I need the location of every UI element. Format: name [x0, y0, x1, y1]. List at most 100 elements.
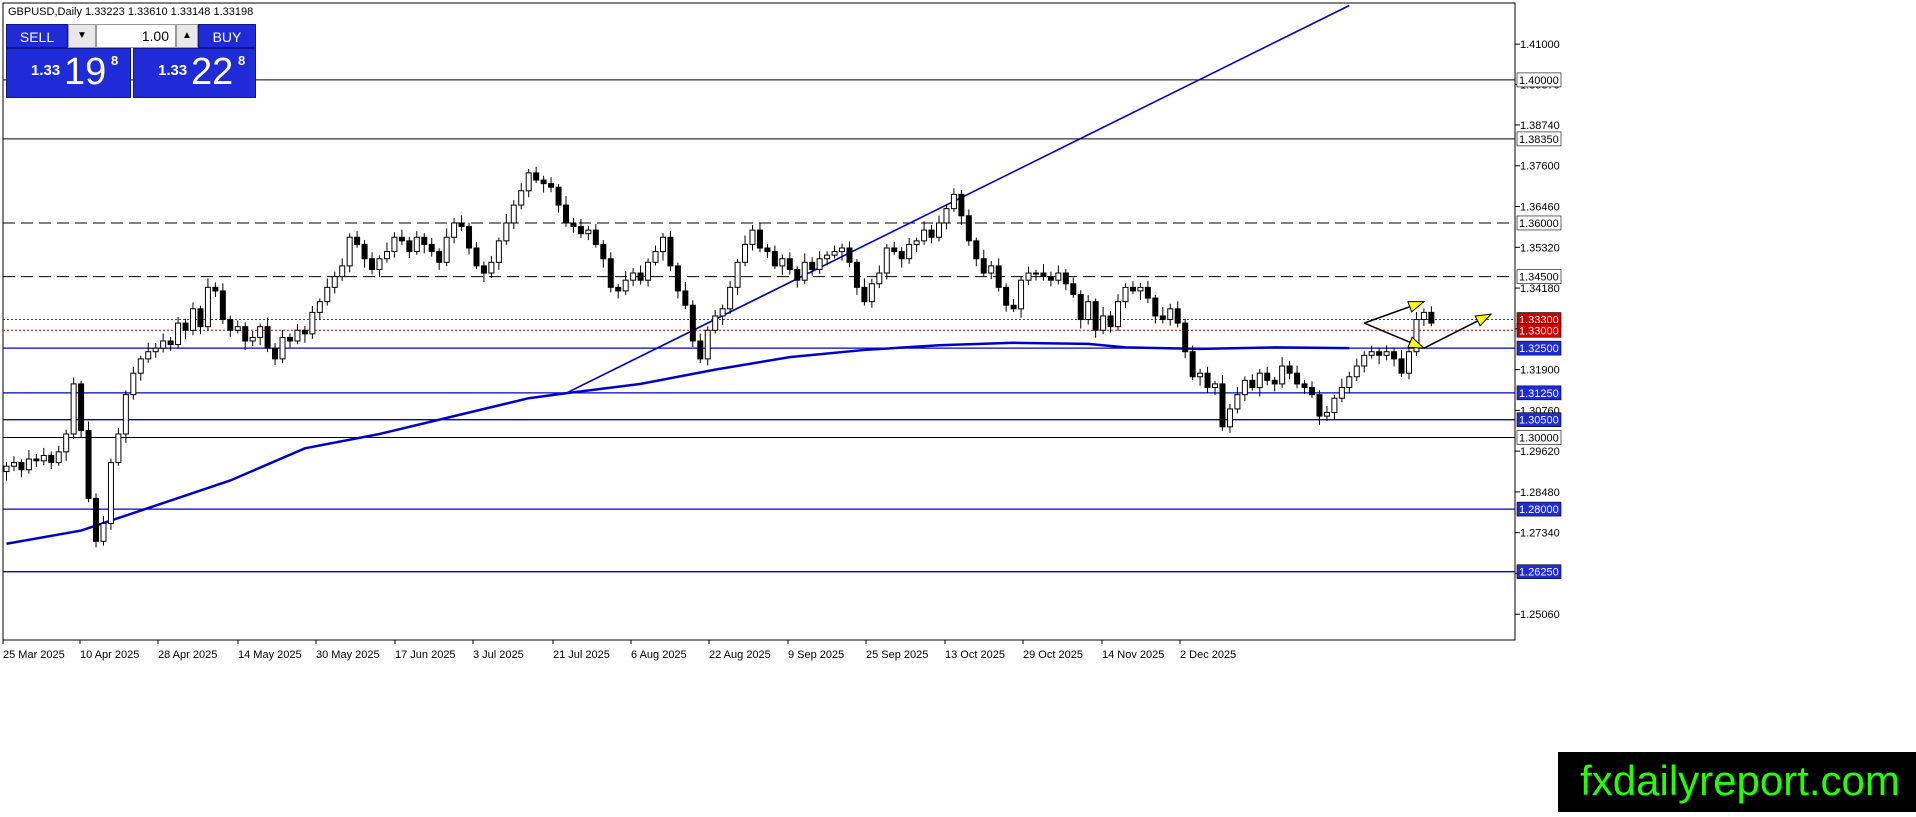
candle-body [1107, 315, 1114, 328]
candle-body [1420, 311, 1427, 321]
candle-body [1189, 351, 1196, 378]
candle-body [25, 458, 32, 471]
candle-body [1428, 311, 1435, 324]
chevron-up-icon: ▲ [182, 30, 192, 41]
candle-body [712, 315, 719, 331]
candle-body [667, 236, 674, 267]
sell-quote[interactable]: 1.33 19 8 [6, 48, 131, 98]
candle-body [398, 236, 405, 242]
candle-body [48, 454, 55, 464]
candle-body [212, 286, 219, 292]
candle-body [1204, 372, 1211, 388]
candle-body [563, 204, 569, 224]
candle-body [331, 276, 338, 288]
candle-body [1174, 308, 1181, 324]
candle-body [1309, 386, 1315, 396]
candle-body [1219, 383, 1226, 428]
sell-button[interactable]: SELL [6, 24, 68, 48]
lot-increase-button[interactable]: ▲ [176, 24, 198, 48]
candle-body [973, 240, 980, 260]
candle-body [234, 326, 241, 331]
candle-body [1234, 394, 1241, 410]
y-tick-label: 1.27340 [1520, 528, 1560, 540]
candle-body [1241, 379, 1248, 396]
candle-body [622, 279, 629, 292]
candle-body [943, 208, 950, 224]
candle-body [950, 193, 957, 210]
candle-body [443, 236, 450, 263]
level-label: 1.40000 [1519, 75, 1559, 87]
candle-body [1212, 383, 1219, 388]
candle-body [137, 358, 144, 374]
candle-body [480, 265, 487, 274]
candle-body [309, 311, 316, 335]
candle-body [958, 193, 965, 217]
x-tick-label: 13 Oct 2025 [945, 649, 1005, 661]
candle-body [1226, 408, 1233, 428]
candle-body [555, 186, 562, 206]
candle-body [145, 351, 152, 360]
level-label: 1.26250 [1519, 567, 1559, 579]
candle-body [749, 229, 756, 245]
candle-body [831, 251, 838, 256]
candle-body [346, 236, 353, 267]
candle-body [607, 258, 614, 288]
candle-body [70, 383, 77, 435]
x-tick-label: 25 Sep 2025 [866, 649, 928, 661]
x-tick-label: 14 Nov 2025 [1102, 649, 1164, 661]
candle-body [645, 261, 652, 281]
candle-body [1077, 293, 1084, 321]
x-tick-label: 3 Jul 2025 [473, 649, 524, 661]
candle-body [376, 258, 383, 270]
candle-body [1159, 315, 1166, 321]
buy-quote[interactable]: 1.33 22 8 [133, 48, 256, 98]
candle-body [816, 258, 823, 270]
candle-body [630, 272, 637, 281]
candle-body [473, 247, 480, 267]
candle-body [361, 243, 368, 260]
candle-body [533, 172, 540, 181]
candle-body [1323, 412, 1330, 417]
candle-body [122, 394, 129, 435]
candle-body [548, 183, 555, 188]
x-tick-label: 30 May 2025 [316, 649, 380, 661]
candle-body [63, 433, 70, 453]
candle-body [1144, 286, 1151, 299]
candle-body [190, 308, 196, 331]
candle-body [100, 522, 107, 542]
chart-svg: 1.410001.398701.387401.376001.364601.353… [2, 2, 1562, 661]
lot-decrease-button[interactable]: ▼ [68, 24, 96, 48]
candle-body [1279, 365, 1286, 385]
candle-body [1092, 301, 1099, 331]
candle-body [391, 236, 398, 253]
candle-body [182, 322, 189, 331]
level-label: 1.36000 [1519, 218, 1559, 230]
candle-body [577, 226, 584, 235]
candle-body [301, 329, 308, 335]
candle-body [928, 229, 935, 238]
candle-body [794, 268, 801, 281]
candle-body [227, 319, 234, 331]
candle-body [33, 458, 40, 462]
x-tick-label: 25 Mar 2025 [3, 649, 65, 661]
candle-body [279, 336, 286, 360]
candle-body [436, 251, 443, 263]
candle-body [1122, 286, 1129, 303]
sell-quote-fraction: 8 [111, 53, 119, 68]
candle-body [1032, 272, 1039, 275]
buy-button[interactable]: BUY [198, 24, 256, 48]
level-label: 1.28000 [1519, 504, 1559, 516]
lot-size-input[interactable]: 1.00 [96, 24, 176, 48]
candle-body [1018, 279, 1025, 310]
candle-body [85, 429, 92, 499]
candle-body [264, 326, 271, 349]
price-chart[interactable]: 1.410001.398701.387401.376001.364601.353… [0, 0, 1916, 812]
level-label: 1.38350 [1519, 134, 1559, 146]
candle-body [1256, 372, 1263, 388]
candle-body [1010, 304, 1017, 310]
candle-body [801, 261, 808, 281]
one-click-trading-panel: SELL ▼ 1.00 ▲ BUY 1.33 19 8 1.33 22 8 [6, 24, 256, 98]
candle-body [876, 272, 883, 285]
candle-body [1040, 272, 1047, 278]
candle-body [659, 236, 666, 253]
